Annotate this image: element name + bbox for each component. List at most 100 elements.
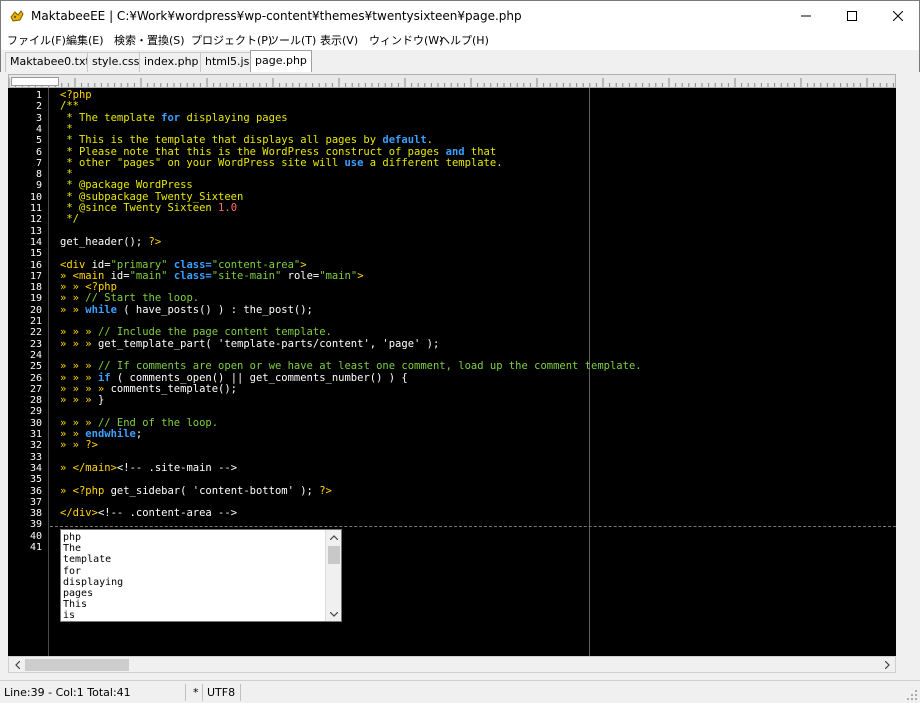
autocomplete-item[interactable]: displaying [63,577,325,588]
ruler-handle[interactable] [11,77,59,86]
autocomplete-item[interactable]: pages [63,588,325,599]
code-token: displaying pages [180,111,288,124]
autocomplete-scroll-thumb[interactable] [328,546,340,564]
line-number: 33 [29,451,42,463]
code-line[interactable]: */ [60,214,79,225]
code-line[interactable]: » » ?> [60,440,98,451]
code-token: ?> [319,484,332,497]
code-token: . [426,134,433,147]
menu-edit[interactable]: 編集(E) [66,32,104,48]
horizontal-scroll-thumb[interactable] [25,659,129,671]
tab-page-php[interactable]: page.php [250,50,312,72]
code-token: a different template. [363,156,503,169]
line-number: 18 [29,282,42,294]
line-number: 12 [29,214,42,226]
minimize-button[interactable] [783,1,829,31]
code-token: » » [60,292,86,305]
ruler-ticks [9,78,894,87]
line-number: 38 [29,508,42,520]
code-line[interactable]: * @since Twenty Sixteen 1.0 [60,202,238,214]
modified-indicator: * [193,686,199,699]
maximize-button[interactable] [829,1,875,31]
code-token: <?php [60,89,92,101]
autocomplete-item[interactable]: This [63,599,325,610]
code-token: // End of the loop. [97,416,219,429]
line-number: 2 [35,101,42,113]
horizontal-scrollbar[interactable] [8,656,896,673]
code-token: » » » [60,326,98,339]
code-token: "content-area" [211,258,301,271]
code-line[interactable]: * other "pages" on your WordPress site w… [60,156,503,169]
line-number: 30 [29,417,42,429]
code-line[interactable]: * The template for displaying pages [60,111,288,124]
autocomplete-scrollbar[interactable] [325,530,341,621]
line-number: 27 [29,383,42,395]
line-number: 4 [35,123,42,135]
line-number-gutter: 1 2 3 4 5 6 7 8 9 10 11 12 13 14 15 16 17 18 19 20 21 22 23 24 2… [8,88,49,656]
code-token: * Please note that this is the WordPress… [60,145,446,158]
code-line[interactable]: </div><!-- .content-area --> [60,507,237,519]
code-token: * @subpackage Twenty_Sixteen [60,190,244,203]
status-bar: Line:39 - Col:1 Total:41 * UTF8 [0,680,920,703]
autocomplete-popup[interactable]: php The template for displaying pages This is [60,529,342,622]
menu-project[interactable]: プロジェクト(P) [191,32,272,48]
code-token: * This is the template that displays all… [60,134,383,147]
line-number: 10 [29,191,42,203]
code-token: » » » [60,394,98,407]
resize-grip-icon[interactable] [906,689,918,701]
code-token: */ [60,213,79,226]
file-tab-bar: Maktabee0.txt style.css index.php html5.… [0,50,920,72]
close-button[interactable] [875,1,920,31]
menu-tools[interactable]: ツール(T) [268,32,316,48]
encoding-label[interactable]: UTF8 [207,686,235,699]
code-line[interactable]: get_header(); ?> [60,235,162,248]
menu-help[interactable]: ヘルプ(H) [439,32,489,48]
code-token: * @package WordPress [60,179,193,192]
autocomplete-item[interactable]: is [63,610,325,621]
line-number: 11 [29,203,42,214]
code-token: <!-- .site-main --> [116,461,238,474]
status-divider [202,684,203,701]
autocomplete-item[interactable]: php [63,532,325,543]
autocomplete-item[interactable]: The [63,543,325,554]
code-token: get_sidebar( 'content-bottom' ); [104,484,320,497]
tab-index-php[interactable]: index.php [139,52,204,72]
column-ruler[interactable] [8,74,896,88]
code-token: role= [281,269,320,282]
code-token: ?> [148,235,162,248]
tab-maktabee0-txt[interactable]: Maktabee0.txt [5,52,95,72]
tab-style-css[interactable]: style.css [87,52,145,72]
menu-search-replace[interactable]: 検索・置換(S) [114,32,185,48]
tab-html5-js[interactable]: html5.js [200,52,255,72]
autocomplete-item[interactable]: template [63,554,325,565]
autocomplete-item[interactable]: for [63,566,325,577]
scroll-up-button[interactable] [326,530,342,544]
app-logo-icon [10,10,24,22]
menu-view[interactable]: 表示(V) [320,32,358,48]
code-line[interactable]: » » while ( have_posts() ) : the_post(); [60,304,313,316]
scroll-right-button[interactable] [879,657,895,672]
code-token: <?php [85,281,117,294]
code-token: <main [72,269,111,282]
code-token: 1.0 [218,202,238,214]
code-token: » [60,461,73,474]
code-line[interactable]: » » » get_template_part( 'template-parts… [60,338,439,350]
code-token: "primary" [110,258,168,271]
line-number: 36 [29,485,42,497]
code-token: </main> [72,461,117,474]
code-token: if [97,371,111,384]
code-token: » [60,269,73,282]
menu-window[interactable]: ウィンドウ(W) [369,32,443,48]
code-line[interactable]: » » » } [60,394,105,407]
scroll-down-button[interactable] [326,607,342,621]
menu-file[interactable]: ファイル(F) [7,32,66,48]
maximize-icon [847,11,857,21]
code-line[interactable]: » <?php get_sidebar( 'content-bottom' );… [60,484,332,497]
autocomplete-list[interactable]: php The template for displaying pages This is [63,532,325,622]
scroll-left-button[interactable] [9,657,25,672]
code-token: } [97,394,105,407]
code-token: get_header(); [60,235,149,248]
code-token: class= [173,258,212,271]
code-line[interactable]: » </main><!-- .site-main --> [60,461,238,474]
cursor-position: Line:39 - Col:1 Total:41 [4,686,131,699]
